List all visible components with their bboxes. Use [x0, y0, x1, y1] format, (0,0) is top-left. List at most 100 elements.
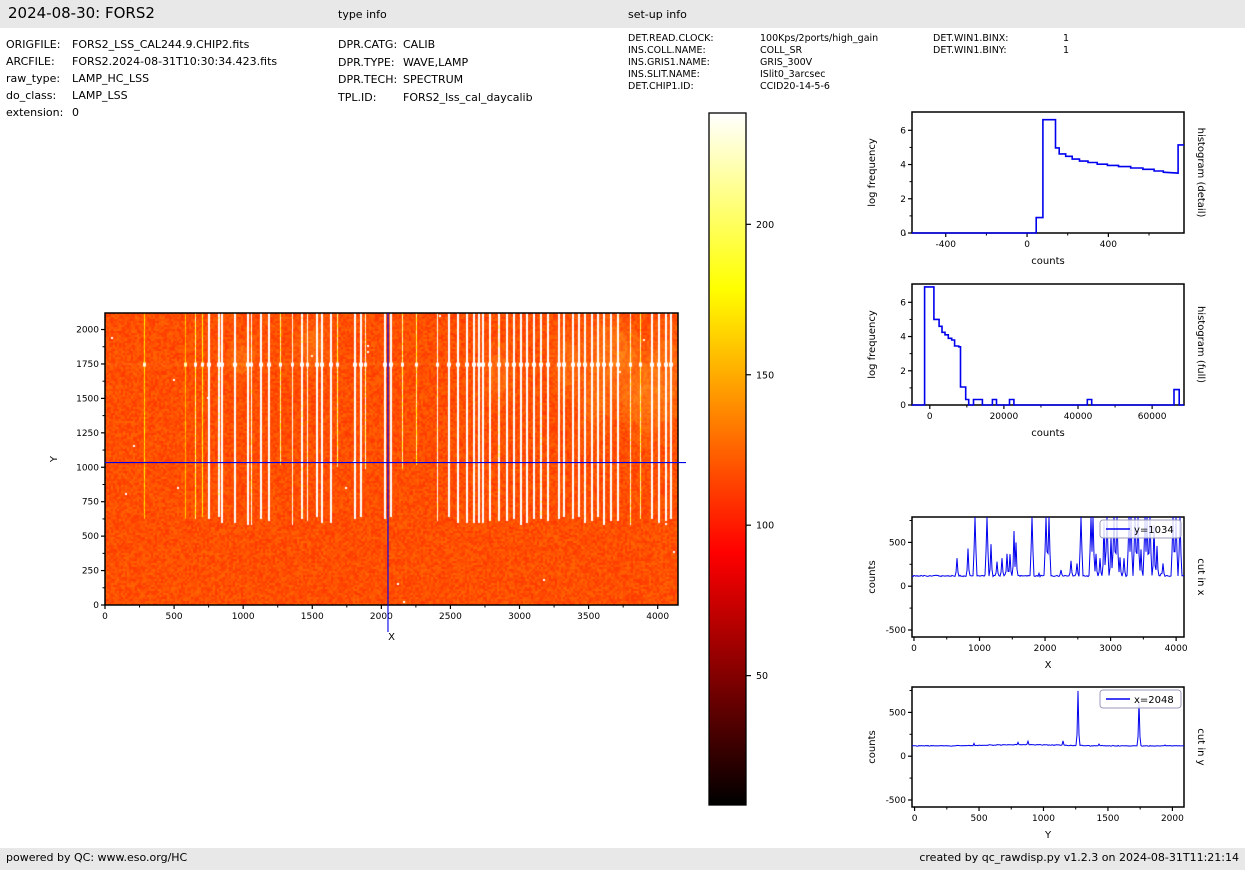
svg-text:1250: 1250	[76, 429, 99, 439]
info-row: INS.COLL.NAME: COLL_SR	[628, 45, 878, 57]
svg-text:200: 200	[756, 220, 774, 231]
info-row: TPL.ID: FORS2_lss_cal_daycalib	[338, 89, 533, 107]
svg-text:0: 0	[1024, 240, 1030, 250]
detector-window-block: DET.WIN1.BINX: 1 DET.WIN1.BINY: 1	[933, 33, 1069, 57]
info-label: TPL.ID:	[338, 90, 377, 104]
info-label: DPR.TECH:	[338, 73, 398, 86]
svg-text:400: 400	[1100, 240, 1117, 250]
svg-text:150: 150	[756, 370, 774, 381]
svg-text:X: X	[388, 632, 395, 643]
qc-report-page: 2024-08-30: FORS2 type info set-up info …	[0, 0, 1245, 870]
footer-left: powered by QC: www.eso.org/HC	[6, 851, 188, 864]
info-label: extension:	[6, 106, 64, 119]
info-label: do_class:	[6, 89, 57, 102]
svg-text:log frequency: log frequency	[867, 310, 878, 379]
info-value: FORS2_lss_cal_daycalib	[403, 90, 533, 104]
histogram-full-plot: 0 20000 40000 60000 0 2 4 6 counts log frequency h…	[867, 283, 1206, 439]
legend: x=2048	[1099, 689, 1182, 709]
svg-text:4000: 4000	[646, 612, 669, 622]
svg-text:1500: 1500	[301, 612, 324, 622]
info-value: 0	[72, 106, 79, 119]
svg-text:Y: Y	[49, 455, 60, 463]
svg-text:500: 500	[165, 612, 182, 622]
svg-text:500: 500	[889, 538, 906, 548]
info-value: CCID20-14-5-6	[760, 81, 830, 92]
info-label: INS.GRIS1.NAME:	[628, 57, 710, 68]
svg-text:3500: 3500	[577, 612, 600, 622]
svg-text:1000: 1000	[76, 463, 99, 473]
cut-in-x-plot: 0 1000 2000 3000 4000 -500 0 500 Xcounts cut in x…	[867, 516, 1206, 671]
info-value: FORS2_LSS_CAL244.9.CHIP2.fits	[72, 38, 250, 51]
svg-text:4: 4	[900, 333, 906, 343]
svg-text:3000: 3000	[1099, 644, 1122, 654]
type-info-block: DPR.CATG: CALIB DPR.TYPE: WAVE,LAMP DPR.TECH…	[338, 36, 533, 106]
svg-text:-400: -400	[936, 240, 957, 250]
info-row: DPR.TYPE: WAVE,LAMP	[338, 54, 533, 72]
svg-text:60000: 60000	[1138, 412, 1167, 422]
info-row: ORIGFILE: FORS2_LSS_CAL244.9.CHIP2.fits	[6, 36, 277, 53]
svg-text:100: 100	[756, 521, 774, 532]
info-row: ARCFILE: FORS2.2024-08-31T10:30:34.423.fi…	[6, 53, 277, 70]
info-row: DET.WIN1.BINY: 1	[933, 45, 1069, 57]
svg-text:2: 2	[900, 195, 906, 205]
svg-text:2000: 2000	[1161, 814, 1184, 824]
cut-in-y-plot: 0 500 1000 1500 2000 -500 0 500 Ycounts cut in y x…	[867, 686, 1206, 841]
info-label: ARCFILE:	[6, 55, 55, 68]
info-label: DPR.CATG:	[338, 38, 398, 51]
info-value: ISlit0_3arcsec	[760, 69, 826, 80]
svg-text:-500: -500	[886, 626, 907, 636]
info-row: INS.GRIS1.NAME: GRIS_300V	[628, 57, 878, 69]
legend: y=1034	[1099, 519, 1182, 539]
page-title: 2024-08-30: FORS2	[8, 4, 155, 22]
svg-text:750: 750	[82, 498, 99, 508]
svg-text:0: 0	[900, 582, 906, 592]
header-bar: 2024-08-30: FORS2 type info set-up info	[0, 0, 1245, 28]
info-value: COLL_SR	[760, 45, 803, 56]
svg-text:1000: 1000	[232, 612, 255, 622]
svg-text:50: 50	[756, 671, 768, 682]
info-value: WAVE,LAMP	[403, 55, 469, 69]
svg-text:2000: 2000	[1034, 644, 1057, 654]
info-row: DPR.CATG: CALIB	[338, 36, 533, 54]
svg-text:0: 0	[912, 814, 918, 824]
svg-text:log frequency: log frequency	[867, 138, 878, 207]
colorbar: 50 100 150 200	[708, 112, 774, 806]
info-value: 1	[1063, 33, 1070, 44]
svg-text:y=1034: y=1034	[1134, 525, 1174, 536]
svg-text:X: X	[1045, 660, 1052, 671]
info-label: INS.SLIT.NAME:	[628, 69, 700, 80]
type-info-heading: type info	[338, 8, 387, 21]
svg-text:histogram (detail): histogram (detail)	[1195, 128, 1206, 218]
info-label: DET.WIN1.BINX:	[933, 33, 1009, 44]
svg-text:0: 0	[900, 401, 906, 411]
svg-text:20000: 20000	[990, 412, 1019, 422]
svg-text:2000: 2000	[76, 326, 99, 336]
info-label: DET.CHIP1.ID:	[628, 81, 694, 92]
svg-text:4: 4	[900, 161, 906, 171]
svg-text:6: 6	[900, 126, 906, 136]
svg-text:0: 0	[927, 412, 933, 422]
info-value: FORS2.2024-08-31T10:30:34.423.fits	[72, 55, 278, 68]
svg-text:500: 500	[970, 814, 987, 824]
setup-info-block: DET.READ.CLOCK: 100Kps/2ports/high_gain IN…	[628, 33, 878, 93]
info-label: INS.COLL.NAME:	[628, 45, 706, 56]
info-label: DPR.TYPE:	[338, 55, 395, 69]
svg-text:1000: 1000	[968, 644, 991, 654]
svg-text:Y: Y	[1044, 830, 1052, 841]
crosshair	[105, 313, 686, 632]
svg-text:2000: 2000	[370, 612, 393, 622]
info-row: do_class: LAMP_LSS	[6, 87, 277, 104]
file-info-block: ORIGFILE: FORS2_LSS_CAL244.9.CHIP2.fits AR…	[6, 36, 277, 121]
svg-text:counts: counts	[1031, 428, 1064, 439]
info-value: LAMP_LSS	[72, 89, 128, 102]
info-row: DET.WIN1.BINX: 1	[933, 33, 1069, 45]
svg-text:0: 0	[900, 229, 906, 239]
svg-text:counts: counts	[1031, 256, 1064, 267]
svg-text:40000: 40000	[1064, 412, 1093, 422]
svg-text:0: 0	[911, 644, 917, 654]
svg-text:-500: -500	[886, 796, 907, 806]
info-row: DET.CHIP1.ID: CCID20-14-5-6	[628, 81, 878, 93]
info-value: GRIS_300V	[760, 57, 813, 68]
svg-text:2: 2	[900, 367, 906, 377]
info-label: DET.WIN1.BINY:	[933, 45, 1007, 56]
